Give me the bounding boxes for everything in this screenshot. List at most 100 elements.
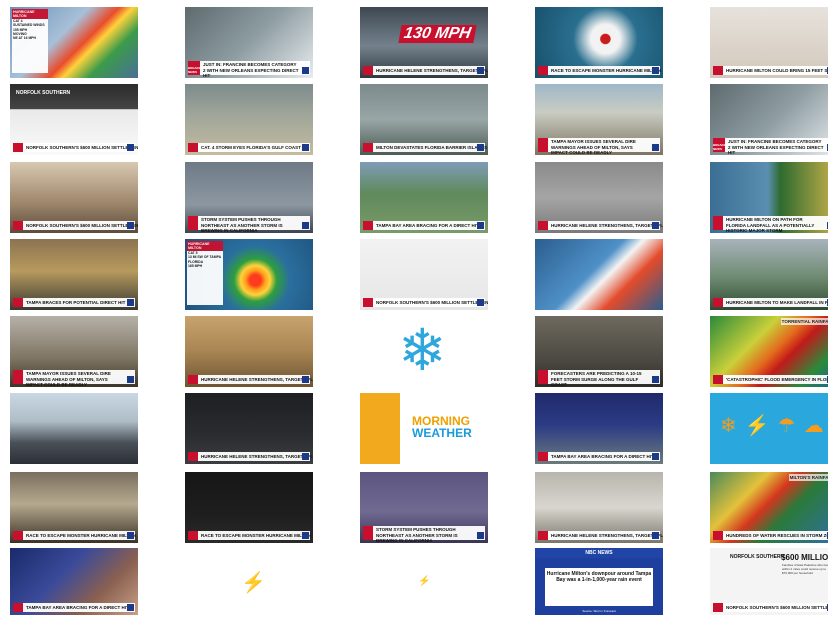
video-thumbnail[interactable]: JUST IN: FRANCINE BECOMES CATEGORY 2 WIT… — [185, 7, 313, 78]
video-thumbnail[interactable]: HURRICANE MILTON TO MAKE LANDFALL IN FLO… — [710, 239, 828, 310]
video-thumbnail[interactable]: NBC NEWS Hurricane Milton's downpour arou… — [535, 548, 663, 615]
snowflake-icon: ❄ — [398, 318, 447, 383]
network-bug — [302, 376, 309, 383]
video-thumbnail[interactable] — [535, 239, 663, 310]
network-bug — [302, 144, 309, 151]
lower-third: HURRICANE MILTON TO MAKE LANDFALL IN FLO… — [713, 298, 828, 307]
video-thumbnail[interactable] — [10, 393, 138, 464]
video-thumbnail[interactable]: HURRICANE HELENE STRENGTHENS, TARGETS FL… — [535, 472, 663, 543]
video-thumbnail[interactable]: NORFOLK SOUTHERN NORFOLK SOUTHERN'S $600 … — [10, 84, 138, 155]
network-bug — [127, 144, 134, 151]
video-thumbnail[interactable]: NORFOLK SOUTHERN$600 MILLIONFamilies of … — [710, 548, 828, 615]
video-thumbnail[interactable]: HURRICANE MILTON CAT 4 SUSTAINED WINDS 155 … — [10, 7, 138, 78]
video-thumbnail[interactable]: ❄ ⚡ ☂ ☁ — [710, 393, 828, 464]
thumbnail-image — [10, 393, 138, 464]
headline-text: JUST IN: FRANCINE BECOMES CATEGORY 2 WIT… — [728, 139, 824, 155]
breaking-news-tag: BREAKING NEWS — [713, 143, 730, 152]
lower-third: TAMPA BAY AREA BRACING FOR A DIRECT HIT — [13, 603, 135, 612]
headline-text: HURRICANE HELENE STRENGTHENS, TARGETS FL… — [551, 223, 663, 228]
headline-text: STORM SYSTEM PUSHES THROUGH NORTHEAST AS… — [376, 527, 458, 543]
lower-third: TAMPA BRACES FOR POTENTIAL DIRECT HIT — [13, 298, 135, 307]
headline-text: STORM SYSTEM PUSHES THROUGH NORTHEAST AS… — [201, 217, 283, 233]
video-thumbnail[interactable]: NORFOLK SOUTHERN'S $600 MILLION SETTLEME… — [360, 239, 488, 310]
video-thumbnail[interactable]: ⚡ — [360, 548, 488, 615]
lower-third: HURRICANE HELENE STRENGTHENS, TARGETS FL… — [188, 375, 313, 384]
video-thumbnail[interactable]: TAMPA BRACES FOR POTENTIAL DIRECT HIT — [10, 239, 138, 310]
lower-third: HURRICANE MILTON COULD BRING 15 FEET STO… — [713, 66, 828, 75]
video-thumbnail[interactable]: HURRICANE HELENE STRENGTHENS, TARGETS FL… — [185, 316, 313, 387]
headline-text: HURRICANE MILTON ON PATH FOR FLORIDA LAN… — [726, 217, 815, 233]
network-header: NBC NEWS — [535, 548, 663, 558]
storm-stat: SUSTAINED WINDS — [13, 23, 45, 28]
video-thumbnail[interactable]: HURRICANE HELENE STRENGTHENS, TARGETS FL… — [535, 162, 663, 233]
video-thumbnail[interactable]: HURRICANE HELENE STRENGTHENS, TARGETS FL… — [185, 393, 313, 464]
video-thumbnail[interactable]: NORFOLK SOUTHERN'S $600 MILLION SETTLEME… — [10, 162, 138, 233]
sun-graphic — [360, 393, 400, 464]
network-bug — [127, 222, 134, 229]
cloud-icon: ☁ — [803, 415, 824, 437]
video-thumbnail[interactable]: ❄ — [360, 316, 488, 387]
thumbnail-grid: HURRICANE MILTON CAT 4 SUSTAINED WINDS 155 … — [0, 0, 828, 623]
network-bug — [127, 604, 134, 611]
video-thumbnail[interactable]: HURRICANE MILTON CAT 5 13 MI SW OF TAMPA FL… — [185, 239, 313, 310]
snowflake-icon: ❄ — [720, 415, 737, 437]
headline-text: HURRICANE HELENE STRENGTHENS, TARGETS FL… — [551, 533, 663, 538]
headline-text: 'CATASTROPHIC' FLOOD EMERGENCY IN FLORID… — [726, 377, 828, 382]
video-thumbnail[interactable]: HURRICANE MILTON ON PATH FOR FLORIDA LAN… — [710, 162, 828, 233]
video-thumbnail[interactable]: TORRENTIAL RAINFALL 'CATASTROPHIC' FLOOD … — [710, 316, 828, 387]
network-bug — [652, 532, 659, 539]
headline-text: NORFOLK SOUTHERN'S $600 MILLION SETTLEME… — [376, 300, 488, 305]
storm-stat: 165 MPH — [188, 263, 203, 268]
video-thumbnail[interactable]: RACE TO ESCAPE MONSTER HURRICANE MILTON — [535, 7, 663, 78]
video-thumbnail[interactable]: TAMPA MAYOR ISSUES SEVERAL DIRE WARNINGS… — [535, 84, 663, 155]
video-thumbnail[interactable]: MILTON DEVASTATES FLORIDA BARRIER ISLAND… — [360, 84, 488, 155]
video-thumbnail[interactable]: TAMPA MAYOR ISSUES SEVERAL DIRE WARNINGS… — [10, 316, 138, 387]
lower-third: RACE TO ESCAPE MONSTER HURRICANE MILTON — [13, 531, 136, 540]
storm-name: HURRICANE MILTON — [12, 9, 48, 19]
lower-third: RACE TO ESCAPE MONSTER HURRICANE MILTON — [538, 66, 661, 75]
headline-text: HURRICANE MILTON TO MAKE LANDFALL IN FLO… — [726, 300, 828, 305]
video-thumbnail[interactable]: RACE TO ESCAPE MONSTER HURRICANE MILTON — [185, 472, 313, 543]
video-thumbnail[interactable]: 130 MPH HURRICANE HELENE STRENGTHENS, TAR… — [360, 7, 488, 78]
video-thumbnail[interactable]: TAMPA BAY AREA BRACING FOR A DIRECT HIT — [10, 548, 138, 615]
video-thumbnail[interactable]: ⚡ — [185, 548, 313, 615]
lower-third: NORFOLK SOUTHERN'S $600 MILLION SETTLEME… — [363, 298, 488, 307]
video-thumbnail[interactable]: CAT. 4 STORM EYES FLORIDA'S GULF COAST — [185, 84, 313, 155]
video-thumbnail[interactable]: RACE TO ESCAPE MONSTER HURRICANE MILTON — [10, 472, 138, 543]
headline-text: TAMPA MAYOR ISSUES SEVERAL DIRE WARNINGS… — [26, 371, 111, 387]
lower-third: NORFOLK SOUTHERN'S $600 MILLION SETTLEME… — [13, 143, 138, 152]
video-thumbnail[interactable]: HURRICANE MILTON COULD BRING 15 FEET STO… — [710, 7, 828, 78]
storm-stat: NE AT 16 MPH — [13, 36, 36, 41]
video-thumbnail[interactable]: STORM SYSTEM PUSHES THROUGH NORTHEAST AS… — [360, 472, 488, 543]
network-bug — [477, 144, 484, 151]
headline-text: NORFOLK SOUTHERN'S $600 MILLION SETTLEME… — [726, 605, 828, 610]
video-thumbnail[interactable]: FORECASTERS ARE PREDICTING A 10-15 FEET … — [535, 316, 663, 387]
video-thumbnail[interactable]: TAMPA BAY AREA BRACING FOR A DIRECT HIT — [360, 162, 488, 233]
video-thumbnail[interactable]: JUST IN: FRANCINE BECOMES CATEGORY 2 WIT… — [710, 84, 828, 155]
headline-text: TAMPA BAY AREA BRACING FOR A DIRECT HIT — [26, 605, 129, 610]
weather-icon-row: ❄ ⚡ ☂ ☁ — [720, 413, 824, 438]
network-bug — [302, 67, 309, 74]
lower-third: RACE TO ESCAPE MONSTER HURRICANE MILTON — [188, 531, 311, 540]
headline-card: Hurricane Milton's downpour around Tampa… — [545, 568, 653, 606]
headline-text: HURRICANE HELENE STRENGTHENS, TARGETS FL… — [201, 377, 313, 382]
brand-logo: NORFOLK SOUTHERN — [730, 554, 785, 560]
lower-third: JUST IN: FRANCINE BECOMES CATEGORY 2 WIT… — [188, 61, 310, 78]
headline-text: TAMPA BAY AREA BRACING FOR A DIRECT HIT — [551, 454, 654, 459]
lower-third: NORFOLK SOUTHERN'S $600 MILLION SETTLEME… — [713, 603, 828, 612]
video-thumbnail[interactable]: TAMPA BAY AREA BRACING FOR A DIRECT HIT — [535, 393, 663, 464]
network-bug — [652, 144, 659, 151]
network-bug — [127, 376, 134, 383]
thumbnail-image — [535, 239, 663, 310]
network-bug — [477, 299, 484, 306]
network-bug — [127, 532, 134, 539]
video-thumbnail[interactable]: MORNING WEATHER — [360, 393, 488, 464]
headline-text: HURRICANE HELENE STRENGTHENS, TARGETS FL… — [376, 68, 488, 73]
headline-text: TAMPA BAY AREA BRACING FOR A DIRECT HIT — [376, 223, 479, 228]
lower-third: HURRICANE HELENE STRENGTHENS, TARGETS FL… — [538, 221, 663, 230]
video-thumbnail[interactable]: STORM SYSTEM PUSHES THROUGH NORTHEAST AS… — [185, 162, 313, 233]
lower-third: HURRICANE HELENE STRENGTHENS, TARGETS FL… — [538, 531, 663, 540]
lower-third: HURRICANE MILTON ON PATH FOR FLORIDA LAN… — [713, 216, 828, 233]
headline-text: HUNDREDS OF WATER RESCUES IN STORM ZONE — [726, 533, 828, 538]
video-thumbnail[interactable]: MILTON'S RAINFALL HUNDREDS OF WATER RESCU… — [710, 472, 828, 543]
